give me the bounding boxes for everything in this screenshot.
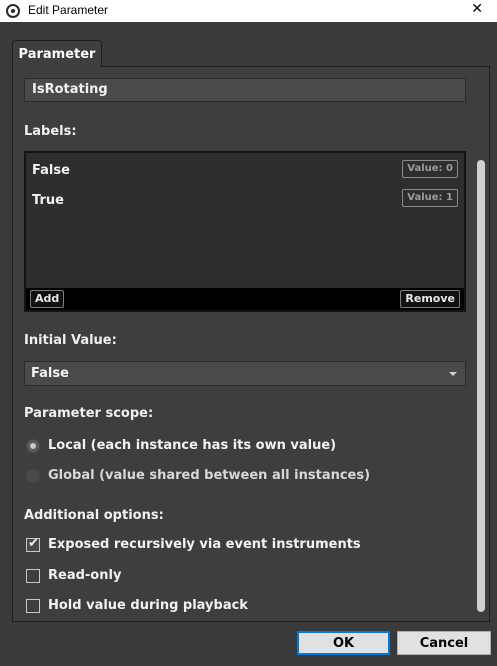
- scope-global-label: Global (value shared between all instanc…: [48, 468, 371, 483]
- scope-global-option[interactable]: Global (value shared between all instanc…: [26, 468, 370, 483]
- hold-value-checkbox[interactable]: [26, 598, 40, 613]
- scope-local-label: Local (each instance has its own value): [48, 438, 337, 453]
- labels-heading: Labels:: [24, 124, 77, 139]
- add-label-button[interactable]: Add: [30, 290, 65, 308]
- hold-value-option[interactable]: Hold value during playback: [26, 598, 248, 613]
- app-logo-icon: [6, 4, 20, 18]
- remove-label-button[interactable]: Remove: [400, 290, 460, 308]
- scope-heading: Parameter scope:: [24, 406, 154, 421]
- initial-value-heading: Initial Value:: [24, 333, 117, 348]
- chevron-down-icon: [449, 372, 457, 376]
- exposed-recursively-checkbox[interactable]: [26, 536, 40, 552]
- tab-parameter[interactable]: Parameter: [12, 40, 102, 67]
- additional-options-heading: Additional options:: [24, 508, 164, 523]
- scope-local-radio[interactable]: [26, 438, 40, 453]
- scrollbar-thumb[interactable]: [477, 160, 485, 612]
- scope-local-option[interactable]: Local (each instance has its own value): [26, 438, 336, 453]
- hold-value-label: Hold value during playback: [48, 598, 248, 613]
- close-icon[interactable]: ✕: [471, 1, 483, 17]
- title-bar: Edit Parameter ✕: [0, 0, 497, 22]
- value-badge[interactable]: Value: 1: [402, 189, 458, 207]
- label-item-false[interactable]: False: [32, 163, 70, 178]
- window-title: Edit Parameter: [28, 3, 109, 17]
- labels-list[interactable]: False Value: 0 True Value: 1 Add Remove: [24, 151, 466, 312]
- exposed-recursively-option[interactable]: Exposed recursively via event instrument…: [26, 536, 361, 552]
- labels-footer-bar: Add Remove: [26, 288, 464, 310]
- ok-button[interactable]: OK: [297, 631, 390, 655]
- read-only-checkbox[interactable]: [26, 568, 40, 583]
- parameter-name-field[interactable]: IsRotating: [24, 78, 466, 102]
- exposed-recursively-label: Exposed recursively via event instrument…: [48, 537, 361, 552]
- initial-value-selected: False: [31, 366, 69, 381]
- label-item-true[interactable]: True: [32, 193, 64, 208]
- scope-global-radio[interactable]: [26, 468, 40, 483]
- cancel-button[interactable]: Cancel: [397, 631, 491, 655]
- read-only-label: Read-only: [48, 568, 122, 583]
- value-badge[interactable]: Value: 0: [402, 160, 458, 178]
- initial-value-dropdown[interactable]: False: [24, 361, 466, 386]
- read-only-option[interactable]: Read-only: [26, 568, 121, 583]
